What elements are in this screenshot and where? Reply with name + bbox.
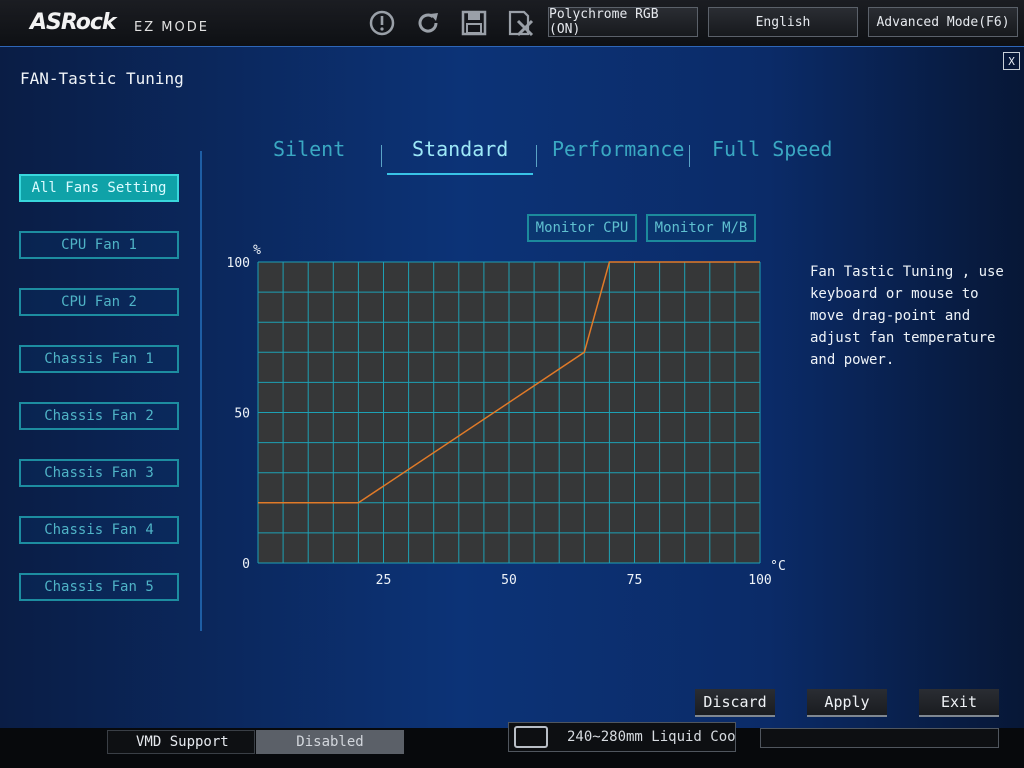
polychrome-rgb-button[interactable]: Polychrome RGB (ON) <box>548 7 698 37</box>
cooler-icon <box>514 726 548 748</box>
advanced-mode-button[interactable]: Advanced Mode(F6) <box>868 7 1018 37</box>
top-bar: ASRock EZ MODE Polychrome RGB (ON) Engli… <box>0 0 1024 47</box>
y-tick-label: 100 <box>227 256 250 271</box>
empty-field <box>760 728 999 748</box>
brand-logo: ASRock <box>30 10 117 35</box>
exit-discard-icon[interactable] <box>506 9 534 37</box>
x-axis-unit: °C <box>770 559 786 574</box>
x-tick-label: 75 <box>627 573 643 588</box>
x-tick-label: 50 <box>501 573 517 588</box>
refresh-icon[interactable] <box>414 9 442 37</box>
vmd-support-label: VMD Support <box>107 730 255 754</box>
language-button[interactable]: English <box>708 7 858 37</box>
save-icon[interactable] <box>460 9 488 37</box>
mode-label: EZ MODE <box>134 20 209 35</box>
vmd-support-value[interactable]: Disabled <box>256 730 404 754</box>
alert-icon[interactable] <box>368 9 396 37</box>
discard-button[interactable]: Discard <box>695 689 775 717</box>
y-tick-label: 0 <box>242 557 250 572</box>
x-tick-label: 25 <box>376 573 392 588</box>
help-description: Fan Tastic Tuning , use keyboard or mous… <box>810 264 1004 368</box>
exit-button[interactable]: Exit <box>919 689 999 717</box>
fan-tuning-dialog: FAN-Tastic Tuning X All Fans Setting CPU… <box>0 46 1024 729</box>
apply-button[interactable]: Apply <box>807 689 887 717</box>
x-tick-label: 100 <box>748 573 771 588</box>
y-axis-unit: % <box>253 243 261 258</box>
fan-curve-chart[interactable]: 0 50 100 25 50 75 100% °C <box>0 47 1024 729</box>
y-tick-label: 50 <box>234 407 250 422</box>
